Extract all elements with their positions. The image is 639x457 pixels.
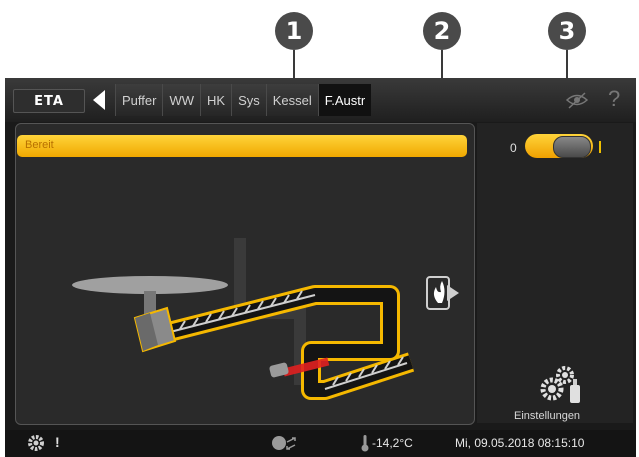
outside-temperature: -14,2°C <box>372 436 413 450</box>
tab-puffer[interactable]: Puffer <box>115 84 163 116</box>
feed-system-diagram <box>72 238 459 400</box>
auger-motor <box>133 306 177 353</box>
globe-connection-icon[interactable] <box>271 435 297 452</box>
tab-kessel[interactable]: Kessel <box>265 84 318 116</box>
toggle-knob[interactable] <box>553 136 591 158</box>
tab-sys[interactable]: Sys <box>231 84 266 116</box>
toggle-off-label: 0 <box>510 141 517 155</box>
tab-ww[interactable]: WW <box>162 84 200 116</box>
top-nav-bar: ETA Puffer WW HK Sys Kessel F.Austr ? <box>5 78 636 122</box>
gear-icon[interactable] <box>27 434 45 452</box>
eta-logo[interactable]: ETA <box>13 89 85 113</box>
thermometer-icon <box>361 435 369 452</box>
back-arrow-icon[interactable] <box>93 90 105 110</box>
tab-bar: Puffer WW HK Sys Kessel F.Austr <box>115 84 372 116</box>
toggle-on-label <box>599 141 601 153</box>
tab-f-austr[interactable]: F.Austr <box>317 84 372 116</box>
tab-hk[interactable]: HK <box>200 84 232 116</box>
settings-icon[interactable] <box>538 363 584 407</box>
callout-1: 1 <box>275 12 313 50</box>
fire-forward-icon <box>426 276 459 310</box>
date-time: Mi, 09.05.2018 08:15:10 <box>455 436 585 450</box>
callout-3: 3 <box>548 12 586 50</box>
eye-icon[interactable] <box>565 90 589 110</box>
help-icon[interactable]: ? <box>608 86 620 112</box>
bottom-status-bar: ! -14,2°C Mi, 09.05.2018 08:15:10 <box>5 430 636 457</box>
settings-label[interactable]: Einstellungen <box>514 410 580 422</box>
device-screen: ETA Puffer WW HK Sys Kessel F.Austr ? Be… <box>5 78 636 457</box>
callout-2: 2 <box>423 12 461 50</box>
warning-icon[interactable]: ! <box>55 434 60 450</box>
